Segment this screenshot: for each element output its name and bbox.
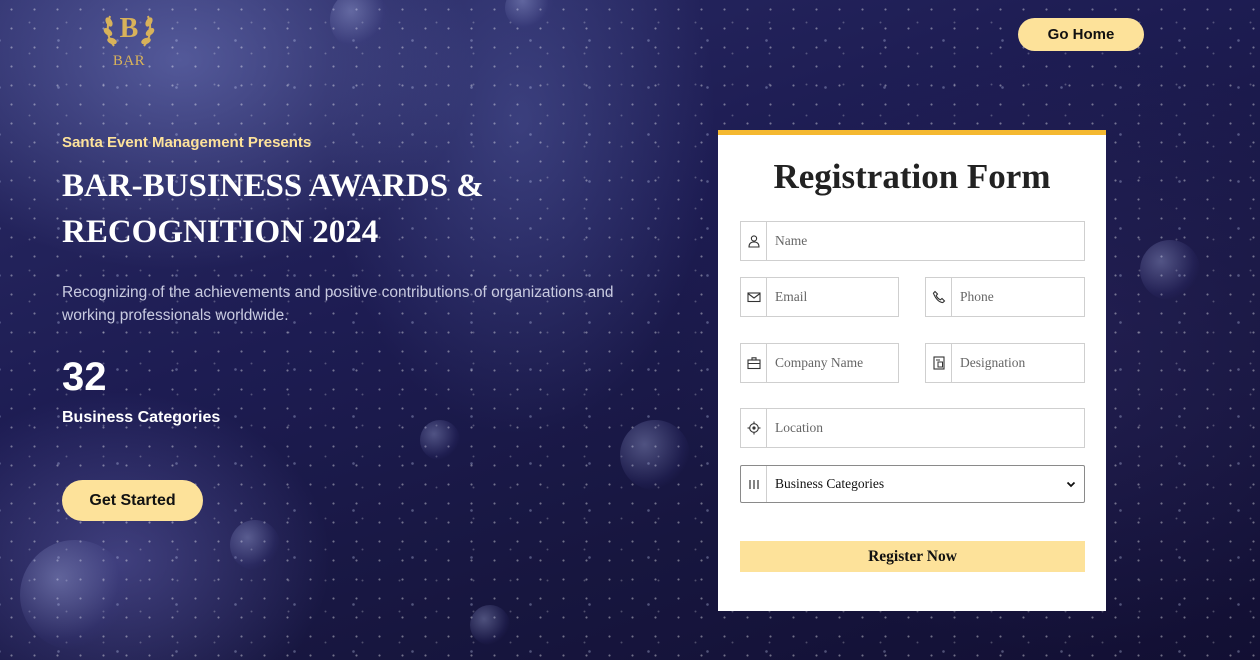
name-field[interactable]: Name	[740, 221, 1085, 261]
background-bubble	[230, 520, 280, 570]
briefcase-icon	[741, 344, 767, 382]
background-bubble	[1140, 240, 1200, 300]
email-field[interactable]: Email	[740, 277, 899, 317]
hero-description: Recognizing of the achievements and posi…	[62, 284, 614, 324]
business-category-value: Business Categories	[775, 476, 885, 491]
email-placeholder: Email	[775, 289, 808, 304]
designation-field[interactable]: Designation	[925, 343, 1085, 383]
name-placeholder: Name	[775, 233, 808, 248]
hero-title: BAR-BUSINESS AWARDS & RECOGNITION 2024	[62, 168, 484, 250]
presenter-tagline: Santa Event Management Presents	[62, 134, 312, 151]
get-started-button[interactable]: Get Started	[62, 480, 203, 521]
go-home-button[interactable]: Go Home	[1018, 18, 1144, 51]
registration-form: Registration Form Name Email Phone Compa…	[718, 130, 1106, 611]
register-now-button[interactable]: Register Now	[740, 541, 1085, 572]
background-bubble	[620, 420, 690, 490]
chevron-down-icon	[1066, 481, 1076, 488]
category-count: 32	[62, 355, 107, 399]
form-title: Registration Form	[773, 157, 1051, 196]
background-bubble	[420, 420, 460, 460]
laurel-crest-icon: B	[103, 13, 155, 47]
svg-text:B: B	[120, 13, 139, 44]
envelope-icon	[741, 278, 767, 316]
background-bubble	[330, 0, 390, 50]
business-category-select[interactable]: Business Categories	[740, 465, 1085, 503]
company-name-placeholder: Company Name	[775, 355, 864, 370]
designation-placeholder: Designation	[960, 355, 1026, 370]
company-name-field[interactable]: Company Name	[740, 343, 899, 383]
bars-icon	[741, 466, 767, 502]
id-badge-icon	[926, 344, 952, 382]
phone-icon	[926, 278, 952, 316]
user-icon	[741, 222, 767, 260]
background-bubble	[470, 605, 510, 645]
phone-field[interactable]: Phone	[925, 277, 1085, 317]
location-target-icon	[741, 409, 767, 447]
category-count-label: Business Categories	[62, 409, 221, 426]
logo-text: BAR	[112, 53, 146, 69]
background-bubble	[505, 0, 555, 30]
logo[interactable]: B BAR	[98, 6, 160, 69]
location-field[interactable]: Location	[740, 408, 1085, 448]
background-bubble	[20, 540, 130, 650]
location-placeholder: Location	[775, 420, 823, 435]
phone-placeholder: Phone	[960, 289, 994, 304]
